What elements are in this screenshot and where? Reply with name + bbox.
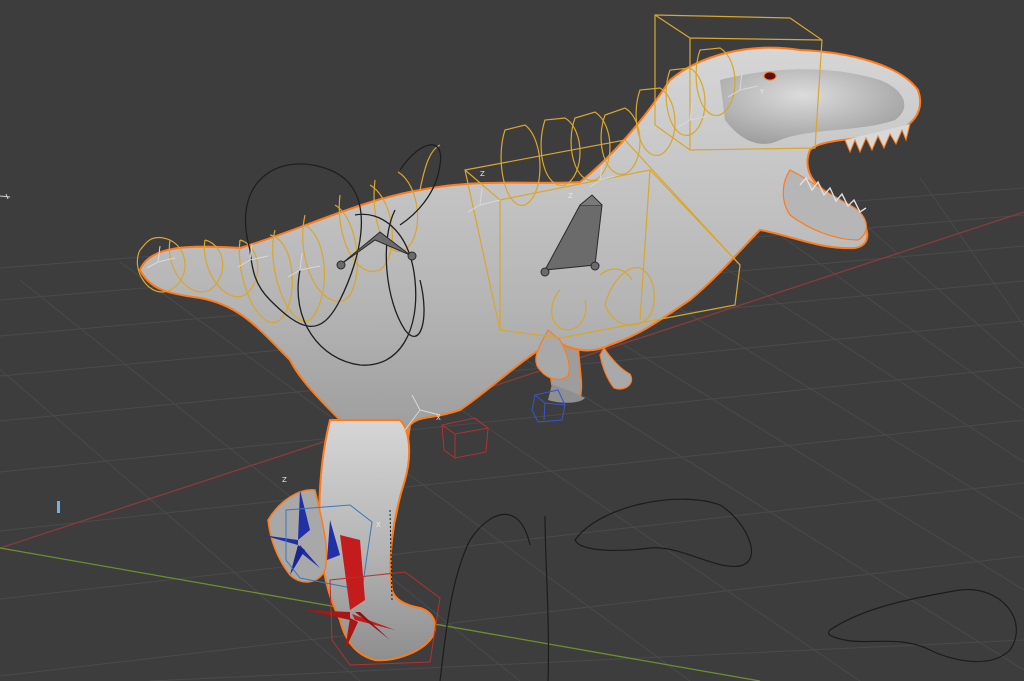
gizmo-label-x: X bbox=[376, 521, 381, 529]
t-rex-mesh[interactable] bbox=[138, 46, 922, 662]
3d-viewport[interactable]: X Z Y X Z Z bbox=[0, 0, 1024, 681]
gizmo-label-z: Z bbox=[568, 192, 573, 200]
light-icon[interactable] bbox=[0, 193, 11, 200]
gizmo-label-z: Z bbox=[282, 476, 287, 484]
viewport-canvas[interactable]: X Z Y X Z Z bbox=[0, 0, 1024, 681]
empty-icon[interactable] bbox=[57, 501, 60, 513]
gizmo-label-z: Z bbox=[480, 170, 485, 178]
gizmo-label-x: X bbox=[436, 414, 441, 422]
gizmo-label-y: Y bbox=[759, 88, 765, 96]
